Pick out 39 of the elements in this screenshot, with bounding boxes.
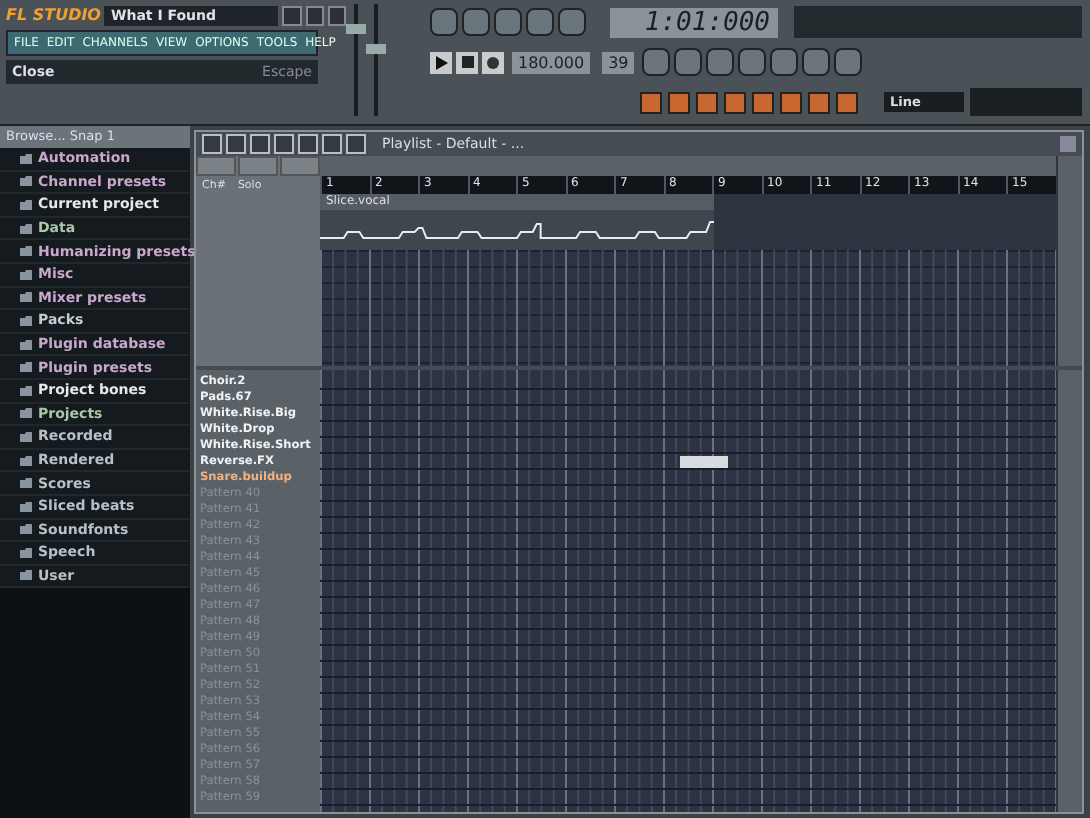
playlist-grid[interactable] bbox=[320, 370, 1055, 812]
tool-button[interactable] bbox=[834, 48, 863, 76]
toggle-button[interactable] bbox=[836, 91, 858, 113]
toggle-button[interactable] bbox=[724, 91, 746, 113]
playlist-grid[interactable] bbox=[320, 250, 1055, 366]
tool-button[interactable] bbox=[674, 48, 703, 76]
toggle-button[interactable] bbox=[640, 91, 662, 113]
tempo-display[interactable]: 180.000 bbox=[512, 51, 591, 73]
window-toggle-button[interactable] bbox=[430, 8, 458, 36]
record-button[interactable] bbox=[482, 51, 504, 73]
tool-button[interactable] bbox=[706, 48, 735, 76]
window-toggle-button[interactable] bbox=[494, 8, 522, 36]
tool-button[interactable] bbox=[738, 48, 767, 76]
stop-button[interactable] bbox=[456, 51, 478, 73]
close-button[interactable] bbox=[327, 5, 346, 25]
window-toggle-button[interactable] bbox=[526, 8, 554, 36]
toggle-button[interactable] bbox=[668, 91, 690, 113]
window-toggle-button[interactable] bbox=[462, 8, 490, 36]
play-icon bbox=[434, 55, 448, 69]
app-logo: FL STUDIO bbox=[6, 6, 101, 24]
volume-slider[interactable] bbox=[346, 24, 366, 35]
window-toggle-button[interactable] bbox=[558, 8, 586, 36]
tool-button[interactable] bbox=[802, 48, 831, 76]
toggle-button[interactable] bbox=[780, 91, 802, 113]
minimize-button[interactable] bbox=[282, 5, 302, 25]
play-button[interactable] bbox=[430, 51, 452, 73]
toggle-button[interactable] bbox=[696, 91, 718, 113]
maximize-button[interactable] bbox=[305, 5, 324, 25]
time-display: 1:01:000 bbox=[610, 7, 778, 37]
toggle-button[interactable] bbox=[752, 91, 774, 113]
pitch-slider[interactable] bbox=[366, 44, 386, 55]
horizontal-scrollbar[interactable] bbox=[320, 156, 1055, 176]
stop-icon bbox=[461, 56, 473, 68]
close-button[interactable] bbox=[1059, 136, 1075, 152]
tool-button[interactable] bbox=[770, 48, 799, 76]
toggle-button[interactable] bbox=[808, 91, 830, 113]
pattern-display[interactable]: 39 bbox=[602, 51, 635, 73]
record-icon bbox=[486, 55, 500, 69]
tool-button[interactable] bbox=[642, 48, 671, 76]
